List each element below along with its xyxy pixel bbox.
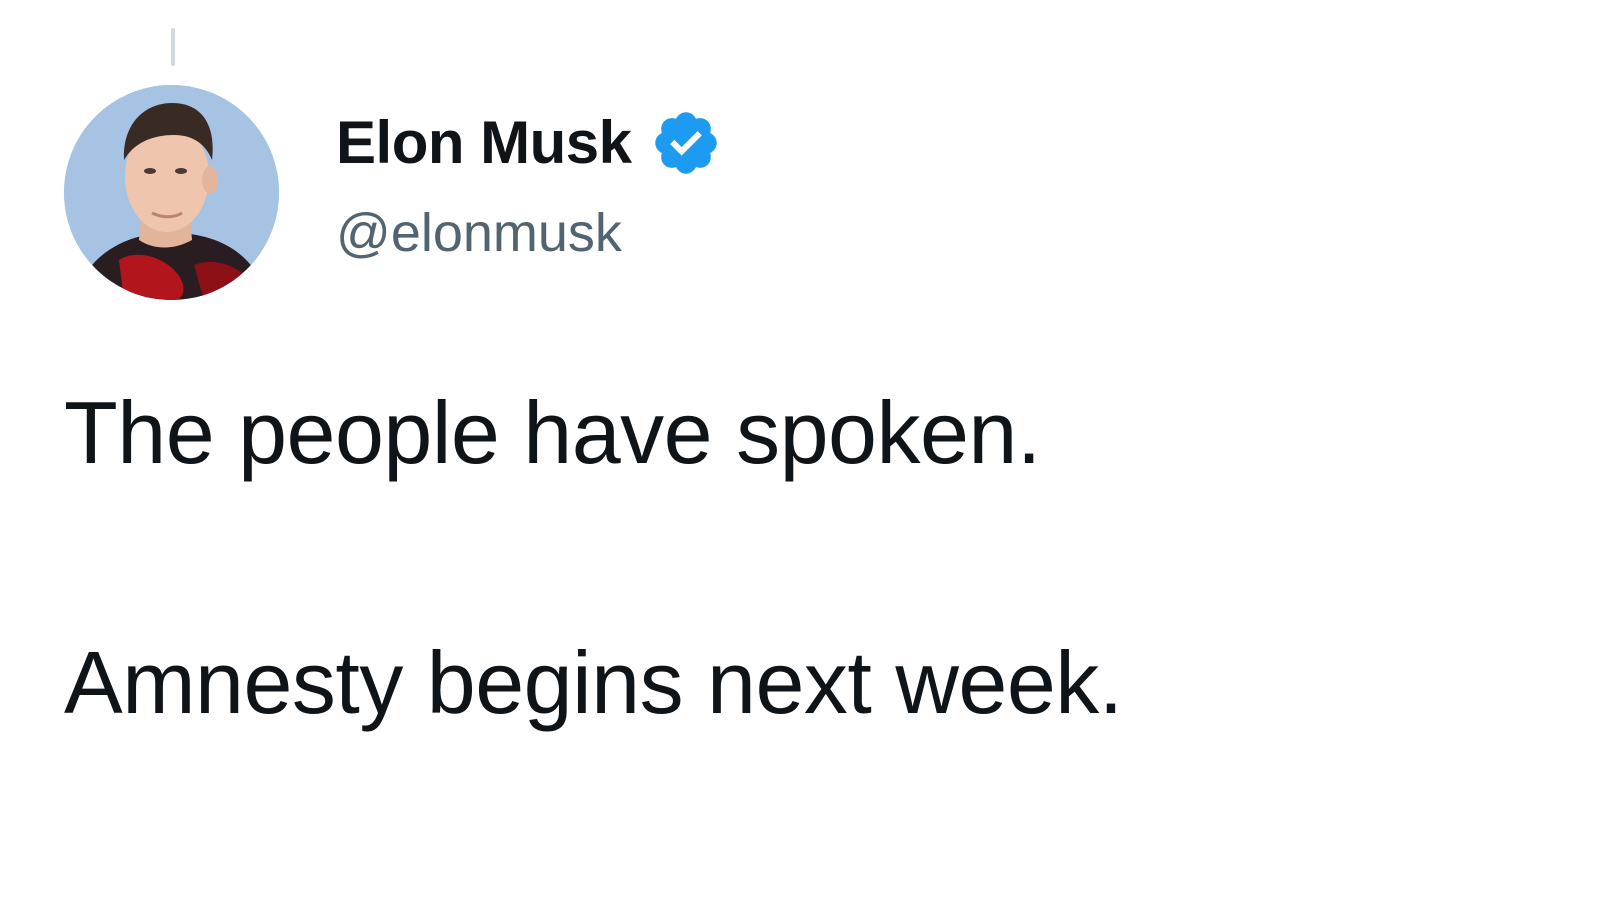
- author-handle[interactable]: @elonmusk: [336, 200, 622, 266]
- author-avatar[interactable]: [64, 85, 279, 300]
- verified-badge-icon: [650, 107, 722, 179]
- tweet-text-line: Amnesty begins next week.: [64, 633, 1123, 732]
- thread-connector-line: [171, 28, 175, 66]
- tweet-text-line: The people have spoken.: [64, 383, 1041, 482]
- tweet-paragraph-gap: [64, 488, 1544, 628]
- tweet-text: The people have spoken. Amnesty begins n…: [64, 378, 1544, 738]
- author-display-name[interactable]: Elon Musk: [336, 108, 632, 178]
- author-name-row: Elon Musk: [336, 108, 722, 178]
- avatar-photo-icon: [64, 85, 279, 300]
